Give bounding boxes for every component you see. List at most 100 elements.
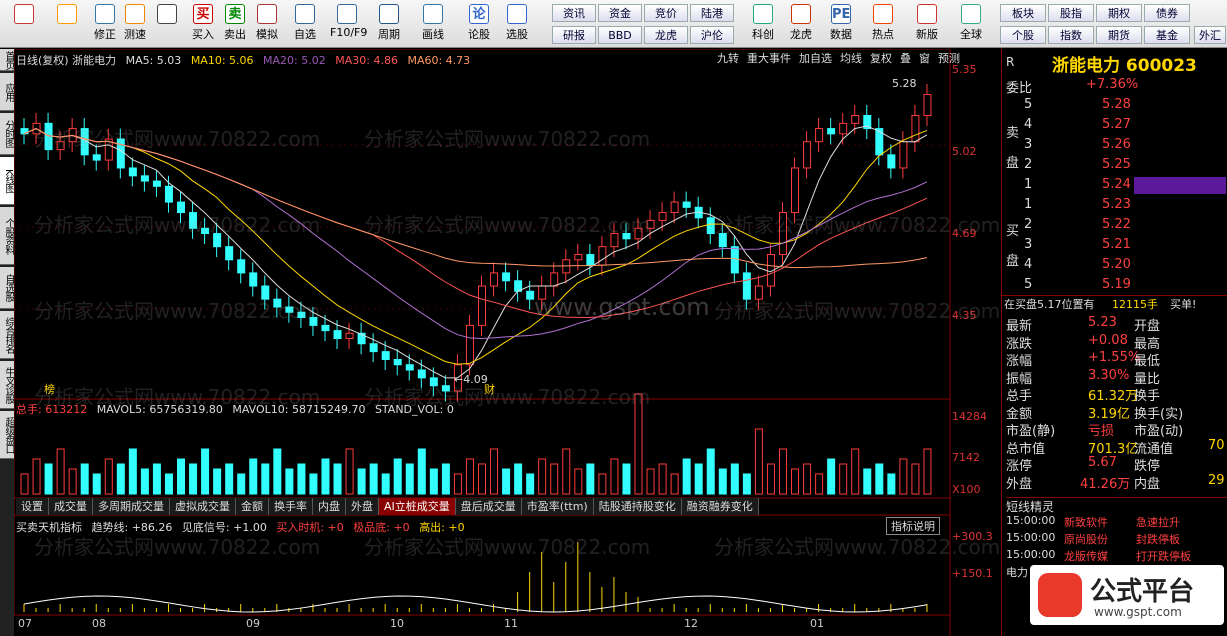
market-button-期货[interactable]: 期货	[1096, 26, 1142, 44]
bid-row[interactable]: 5 5.19	[1002, 277, 1227, 294]
toolbar-button-14[interactable]: 科创	[746, 2, 780, 46]
volume-bar	[658, 463, 667, 495]
kline-chart-area[interactable]: 5.28 ←4.09 榜 财 日线(复权) 浙能电力 MA5: 5.03 MA10: …	[14, 49, 1000, 636]
volume-subtab-2[interactable]: 多周期成交量	[93, 498, 170, 515]
news-row[interactable]: 15:00:00 新致软件 急速拉升	[1002, 514, 1227, 531]
toolbar-button-15[interactable]: 龙虎	[784, 2, 818, 46]
volume-subtab-0[interactable]: 设置	[16, 498, 49, 515]
kline-svg[interactable]: 5.28 ←4.09 榜 财	[14, 49, 1000, 636]
toolbar-button-17[interactable]: 热点	[866, 2, 900, 46]
toolbar-button-3[interactable]: 测速	[118, 2, 152, 46]
toolbar-button-18[interactable]: 新版	[910, 2, 944, 46]
toolbar-button-13[interactable]: 选股	[500, 2, 534, 46]
news-row[interactable]: 15:00:00 原尚股份 封跌停板	[1002, 531, 1227, 548]
toolbar-button-9[interactable]: F10/F9	[330, 2, 367, 46]
left-tab-1[interactable]: 应用	[0, 73, 14, 111]
new-icon	[917, 4, 937, 24]
kline-button-5[interactable]: 叠	[898, 52, 913, 65]
left-tab-6[interactable]: 综合排名	[0, 311, 14, 359]
stat-label: 最新	[1006, 319, 1033, 334]
bid-row[interactable]: 3 5.21	[1002, 237, 1227, 254]
left-tab-0[interactable]: 首页	[0, 49, 14, 71]
volume-bar	[249, 458, 258, 495]
pen-icon	[423, 4, 443, 24]
market-button-基金[interactable]: 基金	[1144, 26, 1190, 44]
candle-body	[405, 364, 414, 371]
market-button-板块[interactable]: 板块	[1000, 4, 1046, 22]
volume-subtab-1[interactable]: 成交量	[49, 498, 93, 515]
volume-bar	[285, 468, 294, 495]
ask-row[interactable]: 5 5.28	[1002, 97, 1227, 114]
bid-row[interactable]: 1 5.23	[1002, 197, 1227, 214]
quick-button-资金[interactable]: 资金	[598, 4, 642, 22]
toolbar-button-0[interactable]	[2, 2, 46, 46]
volume-subtab-7[interactable]: 外盘	[346, 498, 379, 515]
toolbar-button-2[interactable]: 修正	[88, 2, 122, 46]
market-button-forex[interactable]: 外汇	[1194, 26, 1226, 44]
quick-button-竞价[interactable]: 竞价	[644, 4, 688, 22]
toolbar-button-6[interactable]: 卖卖出	[218, 2, 252, 46]
left-tab-4[interactable]: 个股资料	[0, 207, 14, 265]
kline-button-1[interactable]: 重大事件	[745, 52, 793, 65]
volume-subtab-8[interactable]: AI立桩成交量	[379, 498, 456, 515]
toolbar-button-19[interactable]: 全球	[954, 2, 988, 46]
kline-button-6[interactable]: 窗	[917, 52, 932, 65]
volume-subtab-4[interactable]: 金额	[236, 498, 269, 515]
toolbar-label: 自选	[294, 28, 316, 41]
quick-button-BBD[interactable]: BBD	[598, 26, 642, 44]
volume-subtab-12[interactable]: 融资融券变化	[681, 498, 759, 515]
toolbar-button-1[interactable]	[50, 2, 84, 46]
market-button-期权[interactable]: 期权	[1096, 4, 1142, 22]
volume-bar	[538, 458, 547, 495]
toolbar-button-4[interactable]	[150, 2, 184, 46]
bid-row[interactable]: 4 5.20	[1002, 257, 1227, 274]
left-tab-7[interactable]: 牛叉诊股	[0, 361, 14, 409]
ask-row[interactable]: 4 5.27	[1002, 117, 1227, 134]
indicator-explain-button[interactable]: 指标说明	[886, 517, 940, 535]
toolbar-button-10[interactable]: 周期	[372, 2, 406, 46]
market-button-个股[interactable]: 个股	[1000, 26, 1046, 44]
ask-row[interactable]: 2 5.25	[1002, 157, 1227, 174]
left-tab-5[interactable]: 自选股	[0, 267, 14, 309]
market-button-债券[interactable]: 债券	[1144, 4, 1190, 22]
quick-button-研报[interactable]: 研报	[552, 26, 596, 44]
toolbar-button-7[interactable]: 模拟	[250, 2, 284, 46]
quick-button-资讯[interactable]: 资讯	[552, 4, 596, 22]
market-button-指数[interactable]: 指数	[1048, 26, 1094, 44]
volume-subtab-10[interactable]: 市盈率(ttm)	[521, 498, 594, 515]
stat-label2: 开盘	[1134, 319, 1161, 334]
kline-button-4[interactable]: 复权	[868, 52, 894, 65]
sell-icon: 卖	[225, 4, 245, 24]
ask-row[interactable]: 3 5.26	[1002, 137, 1227, 154]
candle-body	[201, 227, 210, 235]
ask-row[interactable]: 1 5.24	[1002, 177, 1227, 194]
toolbar-button-5[interactable]: 买买入	[186, 2, 220, 46]
quick-button-陆港[interactable]: 陆港	[690, 4, 734, 22]
toolbar-button-12[interactable]: 论论股	[462, 2, 496, 46]
volume-subtab-6[interactable]: 内盘	[313, 498, 346, 515]
candle-body	[345, 332, 354, 339]
volume-subtab-3[interactable]: 虚拟成交量	[170, 498, 236, 515]
candle-body	[706, 217, 715, 235]
toolbar-button-8[interactable]: 自选	[288, 2, 322, 46]
news-row[interactable]: 15:00:00 龙版传媒 打开跌停板	[1002, 548, 1227, 565]
volume-subtab-5[interactable]: 换手率	[269, 498, 313, 515]
bid-row[interactable]: 2 5.22	[1002, 217, 1227, 234]
left-tab-2[interactable]: 分时图	[0, 113, 14, 155]
quick-button-龙虎[interactable]: 龙虎	[644, 26, 688, 44]
kline-button-3[interactable]: 均线	[838, 52, 864, 65]
kline-button-0[interactable]: 九转	[715, 52, 741, 65]
left-tab-3[interactable]: K线图	[0, 157, 14, 205]
candle-body	[333, 330, 342, 339]
market-button-股指[interactable]: 股指	[1048, 4, 1094, 22]
kline-button-2[interactable]: 加自选	[797, 52, 834, 65]
volume-subtab-11[interactable]: 陆股通持股变化	[593, 498, 682, 515]
toolbar-button-16[interactable]: PE 数据	[824, 2, 858, 46]
toolbar-button-11[interactable]: 画线	[416, 2, 450, 46]
left-tab-8[interactable]: 超级盘口	[0, 411, 14, 459]
volume-bar	[213, 468, 222, 495]
volume-subtab-9[interactable]: 盘后成交量	[455, 498, 522, 515]
quick-button-沪伦[interactable]: 沪伦	[690, 26, 734, 44]
bid-price: 5.21	[1102, 237, 1131, 252]
toolbar-label: 论股	[468, 28, 490, 41]
